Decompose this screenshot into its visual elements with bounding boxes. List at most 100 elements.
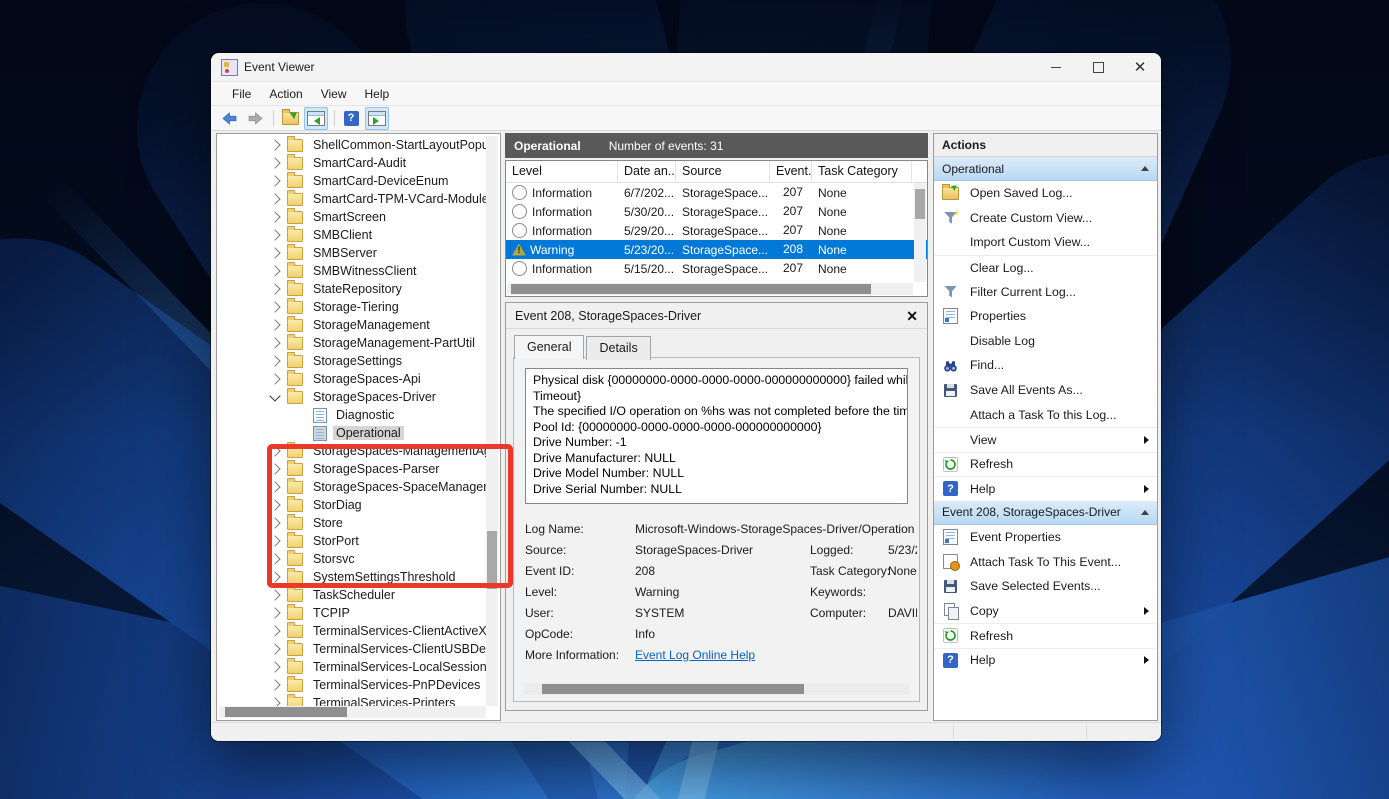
tree-item-taskscheduler[interactable]: TaskScheduler [217, 586, 486, 604]
action-group-header-operational[interactable]: Operational [934, 157, 1157, 181]
chevron-right-icon[interactable] [269, 607, 280, 618]
chevron-right-icon[interactable] [269, 643, 280, 654]
tree-item-smbclient[interactable]: SMBClient [217, 226, 486, 244]
event-list-horizontal-scrollbar[interactable] [507, 283, 913, 295]
tree-item-staterepository[interactable]: StateRepository [217, 280, 486, 298]
tree-item-terminalservices-clientusbdevic[interactable]: TerminalServices-ClientUSBDevic [217, 640, 486, 658]
event-list-vertical-scrollbar[interactable] [914, 183, 926, 282]
tab-general[interactable]: General [514, 335, 584, 359]
column-header-datean[interactable]: Date an... [618, 161, 676, 182]
tree-item-storagespaces-spacemanager[interactable]: StorageSpaces-SpaceManager [217, 478, 486, 496]
maximize-button[interactable] [1077, 53, 1119, 81]
action-item-open-saved-log[interactable]: Open Saved Log... [934, 181, 1157, 206]
tree-item-terminalservices-localsessionma[interactable]: TerminalServices-LocalSessionMa [217, 658, 486, 676]
action-item-refresh[interactable]: Refresh [934, 452, 1157, 477]
tree-item-storage-tiering[interactable]: Storage-Tiering [217, 298, 486, 316]
tree-item-operational[interactable]: Operational [217, 424, 486, 442]
tree-item-systemsettingsthreshold[interactable]: SystemSettingsThreshold [217, 568, 486, 586]
toggle-console-tree-button[interactable] [304, 107, 328, 130]
tree-item-smartcard-tpm-vcard-module[interactable]: SmartCard-TPM-VCard-Module [217, 190, 486, 208]
chevron-right-icon[interactable] [269, 139, 280, 150]
action-item-copy[interactable]: Copy [934, 599, 1157, 624]
menu-item-help[interactable]: Help [356, 84, 399, 104]
chevron-right-icon[interactable] [269, 229, 280, 240]
forward-button[interactable] [243, 107, 267, 130]
tree-item-smbwitnessclient[interactable]: SMBWitnessClient [217, 262, 486, 280]
menu-item-view[interactable]: View [312, 84, 356, 104]
tree-item-smartcard-audit[interactable]: SmartCard-Audit [217, 154, 486, 172]
chevron-right-icon[interactable] [269, 517, 280, 528]
chevron-right-icon[interactable] [269, 193, 280, 204]
field-value[interactable]: Event Log Online Help [635, 648, 917, 662]
open-saved-log-button[interactable] [278, 107, 302, 130]
help-button[interactable]: ? [339, 107, 363, 130]
tree-item-storagespaces-parser[interactable]: StorageSpaces-Parser [217, 460, 486, 478]
action-item-import-custom-view[interactable]: Import Custom View... [934, 230, 1157, 255]
chevron-right-icon[interactable] [269, 301, 280, 312]
action-item-help[interactable]: ?Help [934, 648, 1157, 673]
event-row[interactable]: Information5/29/20...StorageSpace...207N… [506, 221, 927, 240]
action-item-properties[interactable]: Properties [934, 304, 1157, 329]
chevron-right-icon[interactable] [269, 247, 280, 258]
tree-item-diagnostic[interactable]: Diagnostic [217, 406, 486, 424]
action-item-refresh[interactable]: Refresh [934, 623, 1157, 648]
chevron-right-icon[interactable] [269, 355, 280, 366]
tree-item-tcpip[interactable]: TCPIP [217, 604, 486, 622]
detail-horizontal-scrollbar[interactable] [524, 683, 909, 695]
tree-item-smartcard-deviceenum[interactable]: SmartCard-DeviceEnum [217, 172, 486, 190]
tree-item-store[interactable]: Store [217, 514, 486, 532]
menu-item-action[interactable]: Action [260, 84, 311, 104]
collapse-arrow-icon[interactable] [1141, 510, 1149, 515]
tree-item-terminalservices-pnpdevices[interactable]: TerminalServices-PnPDevices [217, 676, 486, 694]
chevron-right-icon[interactable] [269, 175, 280, 186]
chevron-right-icon[interactable] [269, 373, 280, 384]
back-button[interactable] [217, 107, 241, 130]
tree-vertical-scrollbar[interactable] [486, 136, 498, 706]
chevron-right-icon[interactable] [269, 571, 280, 582]
chevron-right-icon[interactable] [269, 265, 280, 276]
action-item-save-selected-events[interactable]: Save Selected Events... [934, 574, 1157, 599]
tree-horizontal-scrollbar[interactable] [219, 706, 486, 718]
chevron-right-icon[interactable] [269, 553, 280, 564]
action-item-find[interactable]: Find... [934, 353, 1157, 378]
event-row[interactable]: Information6/7/202...StorageSpace...207N… [506, 183, 927, 202]
event-log-online-help-link[interactable]: Event Log Online Help [635, 648, 755, 662]
chevron-right-icon[interactable] [269, 445, 280, 456]
chevron-right-icon[interactable] [269, 481, 280, 492]
tree-item-shellcommon-startlayoutpopula[interactable]: ShellCommon-StartLayoutPopula [217, 136, 486, 154]
collapse-arrow-icon[interactable] [1141, 166, 1149, 171]
close-button[interactable]: ✕ [1119, 53, 1161, 81]
tree-item-storagemanagement-partutil[interactable]: StorageManagement-PartUtil [217, 334, 486, 352]
scrollbar-thumb[interactable] [915, 189, 925, 219]
toggle-action-pane-button[interactable] [365, 107, 389, 130]
chevron-right-icon[interactable] [269, 535, 280, 546]
column-header-level[interactable]: Level [506, 161, 618, 182]
chevron-right-icon[interactable] [269, 697, 280, 706]
chevron-right-icon[interactable] [269, 337, 280, 348]
event-row[interactable]: Information5/30/20...StorageSpace...207N… [506, 202, 927, 221]
tree-item-storagesettings[interactable]: StorageSettings [217, 352, 486, 370]
column-header-taskcategory[interactable]: Task Category [812, 161, 912, 182]
action-item-help[interactable]: ?Help [934, 476, 1157, 501]
scrollbar-thumb[interactable] [225, 707, 347, 717]
event-row[interactable]: Information5/15/20...StorageSpace...207N… [506, 259, 927, 278]
tree-item-storsvc[interactable]: Storsvc [217, 550, 486, 568]
chevron-right-icon[interactable] [269, 499, 280, 510]
chevron-right-icon[interactable] [269, 157, 280, 168]
tree-item-terminalservices-printers[interactable]: TerminalServices-Printers [217, 694, 486, 706]
chevron-right-icon[interactable] [269, 625, 280, 636]
chevron-right-icon[interactable] [269, 463, 280, 474]
action-item-clear-log[interactable]: Clear Log... [934, 255, 1157, 280]
action-group-header-event[interactable]: Event 208, StorageSpaces-Driver [934, 501, 1157, 525]
tree-item-smbserver[interactable]: SMBServer [217, 244, 486, 262]
tree-item-storagespaces-managementage[interactable]: StorageSpaces-ManagementAge [217, 442, 486, 460]
action-item-filter-current-log[interactable]: Filter Current Log... [934, 279, 1157, 304]
chevron-right-icon[interactable] [269, 661, 280, 672]
event-row[interactable]: Warning5/23/20...StorageSpace...208None [506, 240, 927, 259]
action-item-create-custom-view[interactable]: Create Custom View... [934, 206, 1157, 231]
tree-item-storport[interactable]: StorPort [217, 532, 486, 550]
minimize-button[interactable] [1035, 53, 1077, 81]
tree-item-smartscreen[interactable]: SmartScreen [217, 208, 486, 226]
column-header-source[interactable]: Source [676, 161, 770, 182]
tree-item-storagemanagement[interactable]: StorageManagement [217, 316, 486, 334]
